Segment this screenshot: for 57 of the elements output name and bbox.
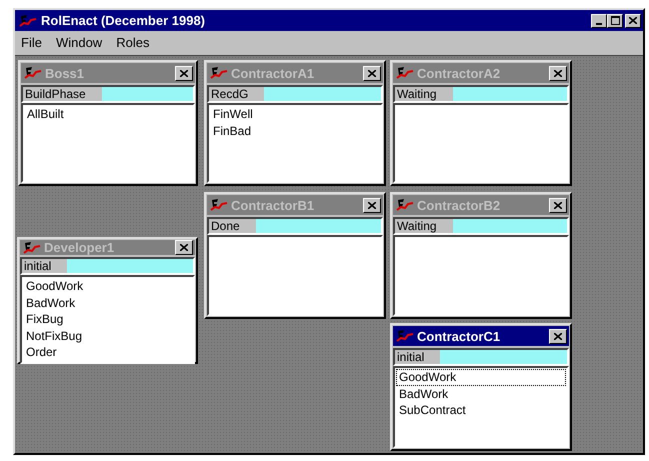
close-button[interactable] [549,198,567,212]
window-title: Boss1 [45,66,86,80]
window-title: ContractorC1 [417,328,502,344]
list-item[interactable]: FinBad [210,122,380,139]
list-item[interactable]: SubContract [396,402,566,418]
minimize-icon [596,22,602,24]
state-label: RecdG [209,87,264,101]
close-icon [554,202,562,208]
close-button[interactable] [363,198,381,212]
close-button[interactable] [625,14,641,28]
close-icon [629,17,637,24]
state-label: Waiting [395,219,453,233]
list-item[interactable]: BadWork [396,386,566,402]
window-title: ContractorB2 [417,198,502,212]
window-title: ContractorA2 [417,66,502,80]
role-icon [24,66,42,80]
list-item[interactable]: FinWell [210,106,380,122]
list-item[interactable]: BadWork [23,294,192,311]
app-icon [19,14,37,28]
state-label: Waiting [395,87,453,101]
role-icon [210,198,228,212]
close-icon [554,332,562,340]
close-button[interactable] [175,240,193,255]
close-button[interactable] [363,66,381,80]
close-button[interactable] [549,328,567,344]
role-icon [396,329,414,343]
role-icon [210,66,228,80]
window-title: ContractorB1 [231,198,316,212]
window-title: ContractorA1 [231,66,316,80]
close-button[interactable] [549,66,567,80]
list-item[interactable]: GoodWork [396,369,566,386]
menu-item[interactable]: File [21,34,42,50]
state-label: initial [395,350,440,364]
minimize-button[interactable] [591,14,607,28]
list-item[interactable]: Order [23,344,192,360]
maximize-button[interactable] [607,14,623,28]
list-item[interactable]: AllBuilt [24,106,192,122]
state-label: BuildPhase [23,87,102,101]
list-item[interactable]: NotFixBug [23,328,192,344]
role-icon [396,66,414,80]
state-label: Done [209,219,256,233]
close-icon [368,70,376,76]
role-icon [23,240,41,254]
window-title: Developer1 [44,240,116,255]
menu-item[interactable]: Window [56,34,102,50]
close-icon [180,70,188,76]
maximize-icon [610,16,620,25]
close-icon [368,202,376,208]
role-icon [396,198,414,212]
list-item[interactable]: FixBug [23,311,192,328]
menu-item[interactable]: Roles [116,34,150,50]
state-label: initial [22,259,68,273]
window-title: RolEnact (December 1998) [41,13,206,28]
list-item[interactable]: GoodWork [23,278,192,294]
close-icon [554,70,562,76]
close-icon [180,244,188,251]
close-button[interactable] [175,66,193,80]
